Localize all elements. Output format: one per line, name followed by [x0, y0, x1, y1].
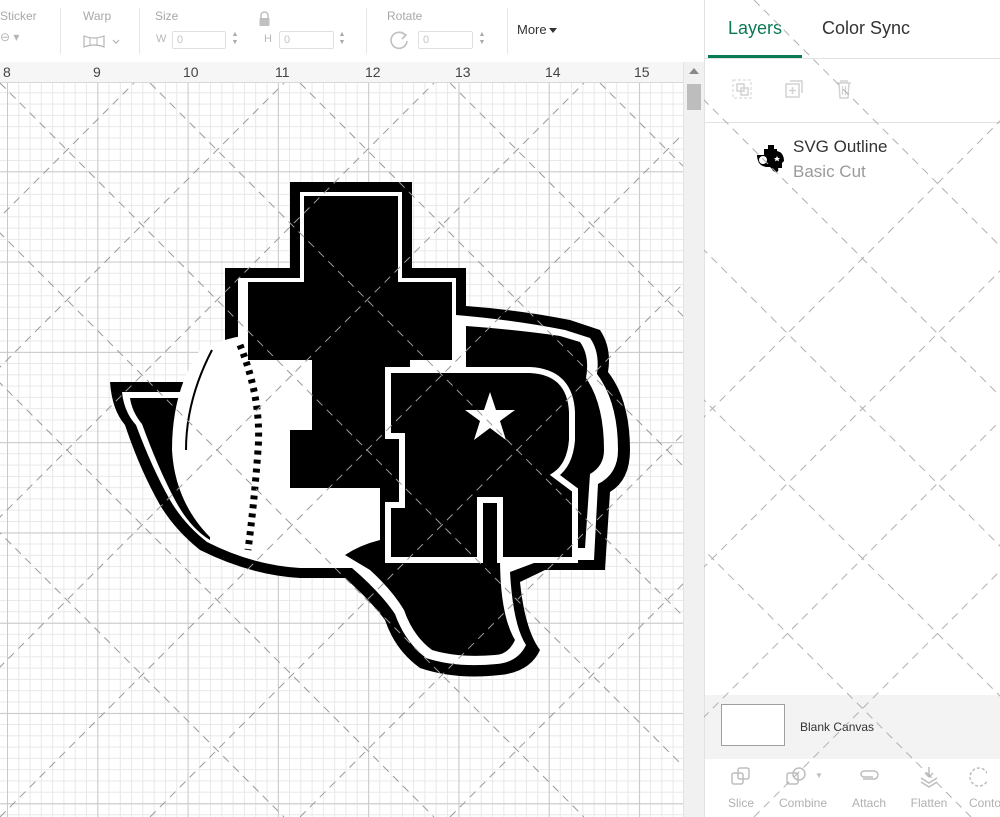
rotate-label: Rotate: [387, 9, 423, 23]
layers-panel: Layers Color Sync SVG Outline Basic Cut …: [704, 0, 1000, 817]
scroll-thumb[interactable]: [687, 84, 701, 110]
ruler-tick: 10: [183, 64, 199, 80]
warp-label: Warp: [83, 9, 112, 23]
design-canvas[interactable]: [0, 83, 683, 817]
more-label: More: [517, 22, 547, 37]
combine-button[interactable]: ▼ Combine: [773, 759, 833, 817]
more-button[interactable]: More: [517, 22, 557, 37]
attach-button[interactable]: Attach: [839, 759, 899, 817]
group-icon[interactable]: [731, 78, 753, 100]
slice-button[interactable]: Slice: [711, 759, 771, 817]
horizontal-ruler: 8 9 10 11 12 13 14 15: [0, 62, 683, 83]
tab-color-sync[interactable]: Color Sync: [822, 18, 910, 39]
ruler-tick: 14: [545, 64, 561, 80]
contour-button[interactable]: Conto: [959, 759, 1000, 817]
sticker-label: Sticker: [0, 9, 37, 23]
slice-label: Slice: [727, 796, 754, 810]
width-field-label: W: [156, 33, 167, 45]
ruler-tick: 15: [634, 64, 650, 80]
combine-label: Combine: [778, 796, 828, 810]
combine-icon: [786, 767, 806, 785]
height-input[interactable]: 0: [279, 31, 334, 49]
caret-down-icon: [548, 28, 557, 34]
slice-icon: [731, 767, 750, 785]
lock-icon[interactable]: [258, 11, 271, 27]
size-label: Size: [155, 9, 179, 23]
warp-tool[interactable]: Warp: [80, 0, 135, 62]
blank-canvas-swatch[interactable]: [721, 704, 785, 746]
scroll-up-icon[interactable]: [689, 68, 699, 74]
duplicate-icon[interactable]: [783, 78, 805, 100]
height-field-label: H: [264, 33, 272, 45]
width-input[interactable]: 0: [172, 31, 226, 49]
toolbar-divider: [139, 8, 140, 54]
layer-thumbnail-icon: [757, 145, 784, 172]
rotate-input[interactable]: 0: [418, 31, 473, 49]
layer-item[interactable]: SVG Outline Basic Cut: [705, 128, 1000, 188]
toolbar-divider: [366, 8, 367, 54]
warp-icon: [83, 35, 120, 48]
delete-icon[interactable]: [833, 78, 855, 100]
ruler-tick: 11: [275, 64, 290, 80]
layer-tools-bar: Slice ▼ Combine Attach Flatten Conto: [705, 759, 1000, 817]
combine-dropdown-icon: ▼: [815, 771, 823, 780]
layer-operation: Basic Cut: [793, 162, 866, 181]
rotate-icon[interactable]: [388, 29, 410, 51]
width-stepper[interactable]: ▲ ▼: [229, 31, 241, 49]
edit-toolbar: Sticker ⊖ ▾ Warp Size W 0 ▲ ▼ H 0 ▲ ▼ Rota…: [0, 0, 704, 63]
tab-layers[interactable]: Layers: [728, 18, 782, 39]
attach-label: Attach: [851, 796, 887, 810]
tabs-divider: [705, 58, 1000, 59]
flatten-label: Flatten: [910, 796, 948, 810]
ruler-tick: 12: [365, 64, 381, 80]
blank-canvas-label: Blank Canvas: [800, 720, 875, 734]
canvas-vertical-scrollbar[interactable]: [683, 62, 704, 817]
blank-canvas-row[interactable]: Blank Canvas: [705, 695, 1000, 759]
ruler-tick: 8: [3, 64, 11, 80]
texas-rangers-logo-image[interactable]: [0, 83, 683, 817]
flatten-icon: [920, 767, 938, 788]
toolbar-divider: [60, 8, 61, 54]
actions-divider: [705, 122, 1000, 123]
height-stepper[interactable]: ▲ ▼: [336, 31, 348, 49]
layer-title: SVG Outline: [793, 137, 888, 156]
toolbar-divider: [507, 8, 508, 54]
rotate-stepper[interactable]: ▲ ▼: [476, 31, 488, 49]
ruler-tick: 9: [93, 64, 101, 80]
contour-icon: [969, 767, 987, 787]
flatten-button[interactable]: Flatten: [899, 759, 959, 817]
sticker-dropdown-icon: ⊖ ▾: [0, 30, 20, 44]
attach-icon: [860, 770, 879, 780]
sticker-tool[interactable]: Sticker ⊖ ▾: [0, 0, 58, 62]
contour-label: Conto: [969, 796, 1000, 810]
ruler-tick: 13: [455, 64, 471, 80]
